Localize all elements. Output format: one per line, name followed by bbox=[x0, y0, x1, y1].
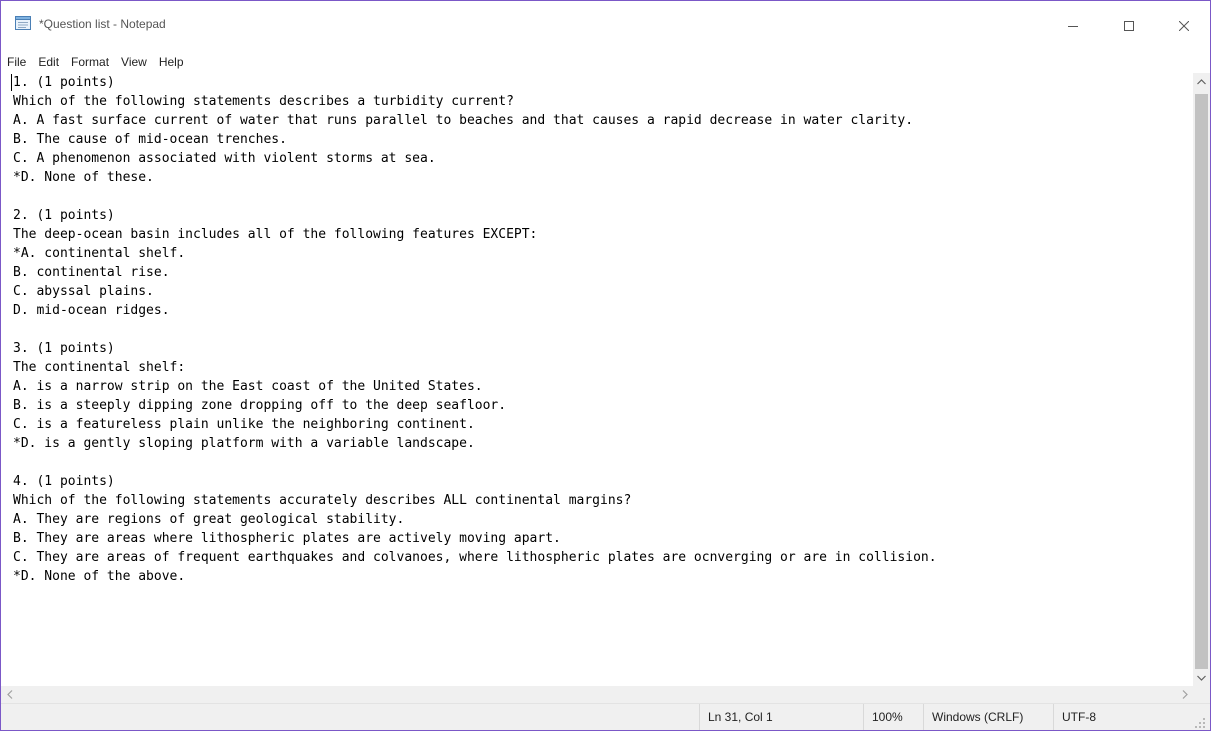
text-line: The deep-ocean basin includes all of the… bbox=[13, 227, 538, 242]
maximize-icon bbox=[1124, 21, 1134, 31]
encoding: UTF-8 bbox=[1053, 704, 1183, 730]
menu-help[interactable]: Help bbox=[153, 52, 190, 72]
text-line: C. They are areas of frequent earthquake… bbox=[13, 550, 937, 565]
chevron-right-icon bbox=[1182, 690, 1188, 699]
scrollbar-corner bbox=[1193, 686, 1210, 703]
text-line: 2. (1 points) bbox=[13, 208, 115, 223]
chevron-left-icon bbox=[6, 690, 12, 699]
text-line: B. is a steeply dipping zone dropping of… bbox=[13, 398, 507, 413]
text-editor[interactable]: 1. (1 points) Which of the following sta… bbox=[2, 73, 1193, 686]
chevron-up-icon bbox=[1197, 78, 1206, 84]
text-line: 3. (1 points) bbox=[13, 341, 115, 356]
text-line: B. The cause of mid-ocean trenches. bbox=[13, 132, 287, 147]
minimize-icon bbox=[1068, 26, 1078, 27]
maximize-button[interactable] bbox=[1106, 1, 1152, 51]
resize-grip-icon[interactable] bbox=[1194, 717, 1206, 729]
close-icon bbox=[1179, 21, 1189, 31]
close-button[interactable] bbox=[1161, 1, 1207, 51]
text-line: The continental shelf: bbox=[13, 360, 186, 375]
text-line: C. is a featureless plain unlike the nei… bbox=[13, 417, 475, 432]
horizontal-scrollbar[interactable] bbox=[1, 686, 1193, 703]
text-line: Which of the following statements descri… bbox=[13, 94, 514, 109]
text-line: A. is a narrow strip on the East coast o… bbox=[13, 379, 483, 394]
text-line: 4. (1 points) bbox=[13, 474, 115, 489]
text-line: C. abyssal plains. bbox=[13, 284, 154, 299]
text-line: *D. None of the above. bbox=[13, 569, 186, 584]
text-line: D. mid-ocean ridges. bbox=[13, 303, 170, 318]
scroll-up-button[interactable] bbox=[1193, 73, 1210, 90]
vertical-scroll-thumb[interactable] bbox=[1195, 94, 1208, 669]
vertical-scrollbar[interactable] bbox=[1193, 73, 1210, 686]
zoom-level: 100% bbox=[863, 704, 923, 730]
text-line: *D. is a gently sloping platform with a … bbox=[13, 436, 475, 451]
notepad-icon bbox=[15, 16, 31, 30]
status-bar: Ln 31, Col 1 100% Windows (CRLF) UTF-8 bbox=[1, 703, 1210, 730]
document-text[interactable]: 1. (1 points) Which of the following sta… bbox=[13, 73, 937, 586]
scroll-down-button[interactable] bbox=[1193, 669, 1210, 686]
chevron-down-icon bbox=[1197, 675, 1206, 681]
minimize-button[interactable] bbox=[1050, 1, 1096, 51]
menu-bar: File Edit Format View Help bbox=[1, 51, 1210, 73]
scroll-left-button[interactable] bbox=[1, 686, 18, 703]
menu-format[interactable]: Format bbox=[65, 52, 115, 72]
title-bar[interactable]: *Question list - Notepad bbox=[1, 1, 1210, 51]
text-line: C. A phenomenon associated with violent … bbox=[13, 151, 436, 166]
text-line: B. continental rise. bbox=[13, 265, 170, 280]
menu-file[interactable]: File bbox=[1, 52, 32, 72]
menu-view[interactable]: View bbox=[115, 52, 153, 72]
text-line: A. A fast surface current of water that … bbox=[13, 113, 914, 128]
scroll-right-button[interactable] bbox=[1176, 686, 1193, 703]
window-title: *Question list - Notepad bbox=[39, 17, 166, 31]
text-line: A. They are regions of great geological … bbox=[13, 512, 405, 527]
line-ending: Windows (CRLF) bbox=[923, 704, 1053, 730]
text-line: B. They are areas where lithospheric pla… bbox=[13, 531, 561, 546]
cursor-position: Ln 31, Col 1 bbox=[699, 704, 863, 730]
text-line: *D. None of these. bbox=[13, 170, 154, 185]
text-caret bbox=[11, 74, 12, 91]
notepad-window: *Question list - Notepad File Edit Forma… bbox=[0, 0, 1211, 731]
text-line: Which of the following statements accura… bbox=[13, 493, 632, 508]
text-line: *A. continental shelf. bbox=[13, 246, 186, 261]
text-line: 1. (1 points) bbox=[13, 75, 115, 90]
menu-edit[interactable]: Edit bbox=[32, 52, 65, 72]
